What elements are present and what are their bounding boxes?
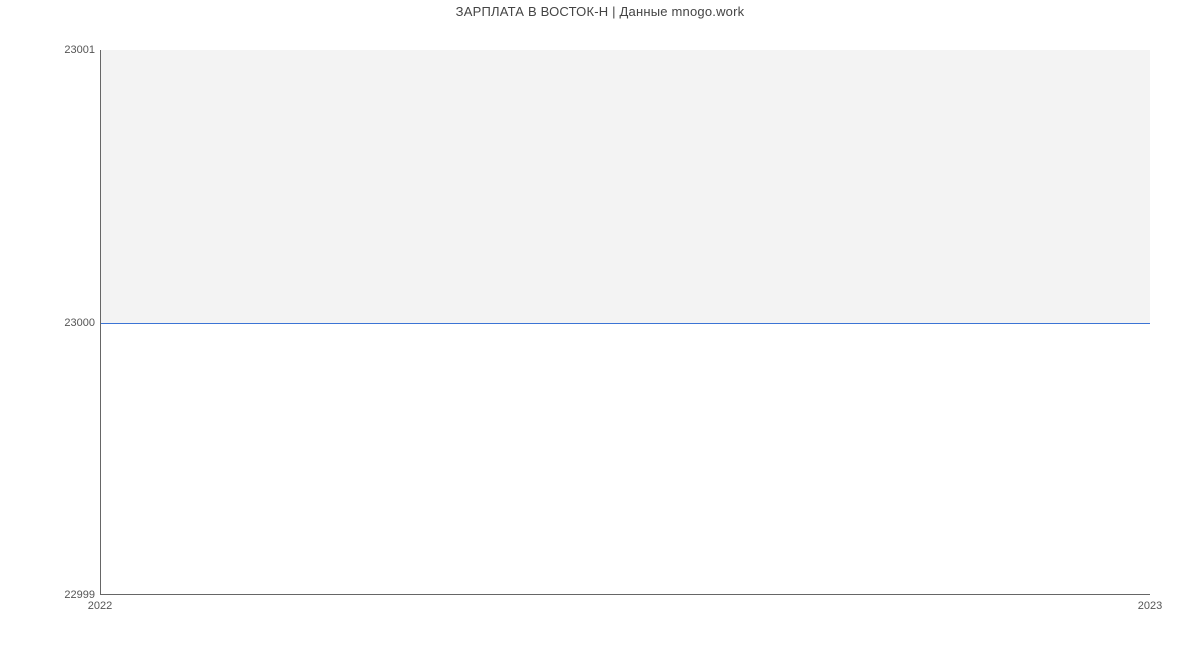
y-tick-label: 23001 — [64, 44, 95, 56]
chart-container: ЗАРПЛАТА В ВОСТОК-Н | Данные mnogo.work … — [0, 0, 1200, 650]
plot-area — [100, 50, 1150, 595]
data-line — [100, 323, 1150, 324]
y-axis-line — [100, 50, 101, 595]
x-tick-label: 2022 — [88, 600, 112, 612]
chart-title: ЗАРПЛАТА В ВОСТОК-Н | Данные mnogo.work — [0, 4, 1200, 19]
area-fill — [100, 50, 1150, 323]
x-tick-label: 2023 — [1138, 600, 1162, 612]
x-axis-line — [100, 594, 1150, 595]
y-tick-label: 23000 — [64, 317, 95, 329]
